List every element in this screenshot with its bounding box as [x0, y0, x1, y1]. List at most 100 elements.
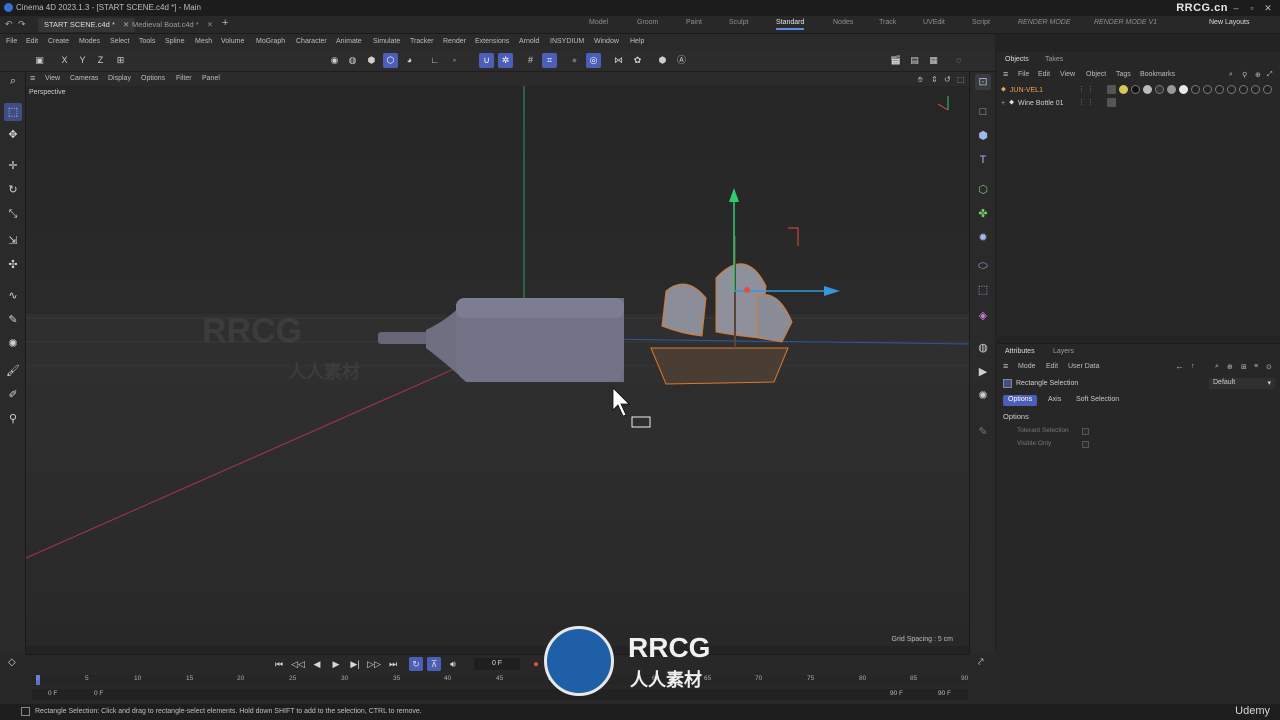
layout-track[interactable]: Track: [879, 19, 896, 26]
menu-mograph[interactable]: MoGraph: [256, 38, 285, 45]
material-tag-icon[interactable]: [1239, 85, 1248, 94]
maximize-viewport-icon[interactable]: ⬚: [957, 75, 965, 84]
objects-menu-view[interactable]: View: [1060, 71, 1075, 78]
material-tag-icon[interactable]: [1119, 85, 1128, 94]
menu-select[interactable]: Select: [110, 38, 129, 45]
knife-tool-icon[interactable]: ✐: [4, 386, 22, 404]
coordinate-system-icon[interactable]: ⊞: [113, 53, 128, 68]
rectangle-selection-icon[interactable]: ⬚: [4, 103, 22, 121]
search-icon[interactable]: ⌕: [1229, 71, 1233, 79]
tab-objects[interactable]: Objects: [1005, 56, 1029, 63]
lock-z-button[interactable]: Z: [93, 53, 108, 68]
null-object-icon[interactable]: □: [975, 104, 991, 120]
undo-icon[interactable]: ↶: [5, 19, 13, 30]
expand-plus-icon[interactable]: +: [1001, 100, 1005, 107]
objects-menu-file[interactable]: File: [1018, 71, 1029, 78]
menu-help[interactable]: Help: [630, 38, 644, 45]
live-selection-icon[interactable]: ✥: [4, 126, 22, 144]
previous-key-icon[interactable]: ◁◁: [291, 657, 305, 671]
layout-model[interactable]: Model: [589, 19, 608, 26]
material-tag-icon[interactable]: [1143, 85, 1152, 94]
brush-tool-icon[interactable]: ✎: [4, 311, 22, 329]
tab-start-scene[interactable]: START SCENE.c4d * ✕: [38, 18, 136, 32]
render-settings-icon[interactable]: ▦: [926, 53, 941, 68]
go-to-start-icon[interactable]: ⏮︎: [272, 657, 286, 671]
range-end-field[interactable]: 90 F: [890, 690, 903, 697]
objects-hamburger-icon[interactable]: ≡: [1003, 69, 1008, 79]
menu-render[interactable]: Render: [443, 38, 466, 45]
attributes-menu-edit[interactable]: Edit: [1046, 363, 1058, 370]
render-to-picture-viewer-icon[interactable]: ▤: [907, 53, 922, 68]
tweak-mode-icon[interactable]: ▪: [447, 53, 462, 68]
viewport-hamburger-icon[interactable]: ≡: [30, 73, 35, 83]
tolerant-selection-checkbox[interactable]: [1082, 428, 1089, 435]
material-tag-icon[interactable]: [1107, 85, 1116, 94]
object-name[interactable]: Wine Bottle 01: [1018, 100, 1064, 107]
render-view-icon[interactable]: 🎬︎: [888, 53, 903, 68]
viewport-menu-cameras[interactable]: Cameras: [70, 75, 98, 82]
menu-create[interactable]: Create: [48, 38, 69, 45]
back-arrow-icon[interactable]: ←: [1175, 361, 1184, 371]
layout-nodes[interactable]: Nodes: [833, 19, 853, 26]
solo-mode-icon[interactable]: ◎: [586, 53, 601, 68]
object-manager-icon[interactable]: ⊡: [975, 74, 991, 90]
preset-dropdown[interactable]: Default ▾: [1209, 378, 1275, 389]
material-tag-icon[interactable]: [1227, 85, 1236, 94]
fcurve-icon[interactable]: ⤤: [978, 657, 984, 668]
preview-range-bar[interactable]: 0 F 0 F 90 F 90 F: [32, 689, 968, 700]
magnet-tool-icon[interactable]: ⚲: [4, 410, 22, 428]
current-frame-field[interactable]: 0 F: [474, 658, 520, 670]
menu-spline[interactable]: Spline: [165, 38, 184, 45]
attributes-menu-user-data[interactable]: User Data: [1068, 363, 1100, 370]
menu-window[interactable]: Window: [594, 38, 619, 45]
material-tag-icon[interactable]: [1215, 85, 1224, 94]
loop-icon[interactable]: ↻: [409, 657, 423, 671]
menu-simulate[interactable]: Simulate: [373, 38, 400, 45]
object-name[interactable]: JUN-VEL1: [1010, 87, 1043, 94]
tab-takes[interactable]: Takes: [1045, 56, 1063, 63]
render-dots-icon[interactable]: ⋮: [1087, 85, 1094, 93]
scale-tool-icon[interactable]: ⤡: [4, 205, 22, 223]
snapping-magnet-icon[interactable]: ∪: [479, 53, 494, 68]
visibility-dots-icon[interactable]: ⋮: [1078, 98, 1085, 106]
menu-modes[interactable]: Modes: [79, 38, 100, 45]
points-mode-icon[interactable]: ◉: [327, 53, 342, 68]
minimize-icon[interactable]: –: [1230, 2, 1242, 14]
viewport-perspective[interactable]: Perspective Grid Spacing : 5 cm RRCG 人人素…: [26, 86, 969, 646]
material-tag-icon[interactable]: [1155, 85, 1164, 94]
spline-pen-icon[interactable]: ∿: [4, 287, 22, 305]
cloner-icon[interactable]: ✤: [975, 206, 991, 222]
material-tag-icon[interactable]: [1131, 85, 1140, 94]
menu-extensions[interactable]: Extensions: [475, 38, 509, 45]
orbit-icon[interactable]: ↺: [944, 75, 951, 84]
subtab-soft-selection[interactable]: Soft Selection: [1071, 395, 1124, 406]
preview-range-icon[interactable]: ⊼: [427, 657, 441, 671]
cube-icon[interactable]: ⬢: [975, 128, 991, 144]
keyframe-icon[interactable]: ◇: [8, 657, 16, 668]
range-start-field-2[interactable]: 0 F: [94, 690, 103, 697]
up-arrow-icon[interactable]: ↑: [1191, 363, 1195, 370]
expand-icon[interactable]: ⤢: [1267, 71, 1273, 79]
attributes-menu-mode[interactable]: Mode: [1018, 363, 1036, 370]
material-tag-icon[interactable]: [1251, 85, 1260, 94]
layout-paint[interactable]: Paint: [686, 19, 702, 26]
mograph-effector-icon[interactable]: ◈: [975, 308, 991, 324]
sound-icon[interactable]: 🔊︎: [446, 657, 460, 671]
tab-attributes[interactable]: Attributes: [1005, 348, 1035, 355]
lock-icon[interactable]: ⊕: [1227, 363, 1233, 371]
cube-primitive-icon[interactable]: ⬢: [655, 53, 670, 68]
dolly-icon[interactable]: ⇕: [931, 75, 938, 84]
move-tool-icon[interactable]: ✛: [4, 157, 22, 175]
transfer-tool-icon[interactable]: ⇲: [4, 232, 22, 250]
expand-icon[interactable]: ⊙: [1266, 363, 1272, 371]
grid-snap-icon[interactable]: ⌗: [542, 53, 557, 68]
viewport-menu-panel[interactable]: Panel: [202, 75, 220, 82]
layout-render-mode[interactable]: RENDER MODE: [1018, 19, 1071, 26]
render-dots-icon[interactable]: ⋮: [1087, 98, 1094, 106]
pan-icon[interactable]: ✋︎: [918, 75, 923, 85]
objects-menu-edit[interactable]: Edit: [1038, 71, 1050, 78]
layout-groom[interactable]: Groom: [637, 19, 658, 26]
solo-off-icon[interactable]: ●: [567, 53, 582, 68]
filter-icon[interactable]: ⚲: [1242, 71, 1247, 79]
ship-model[interactable]: [650, 236, 793, 385]
